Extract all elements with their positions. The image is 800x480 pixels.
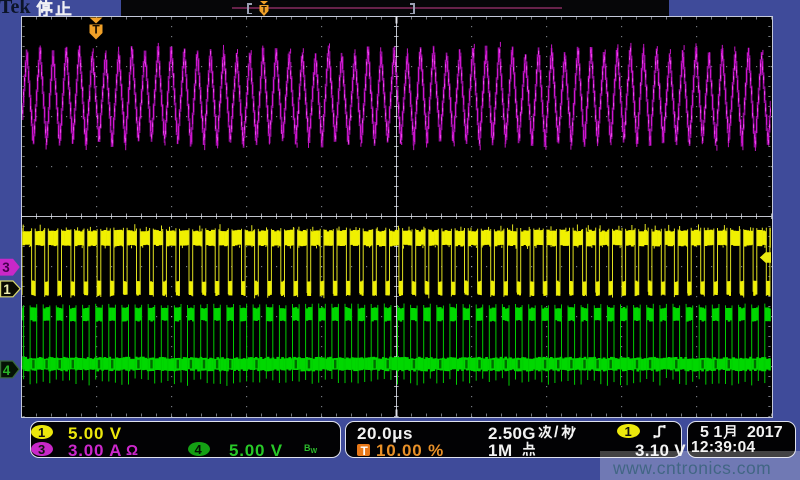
svg-text:1: 1	[3, 282, 11, 297]
svg-text:4: 4	[3, 363, 11, 378]
svg-text:3: 3	[2, 260, 10, 275]
svg-text:T: T	[92, 23, 100, 37]
